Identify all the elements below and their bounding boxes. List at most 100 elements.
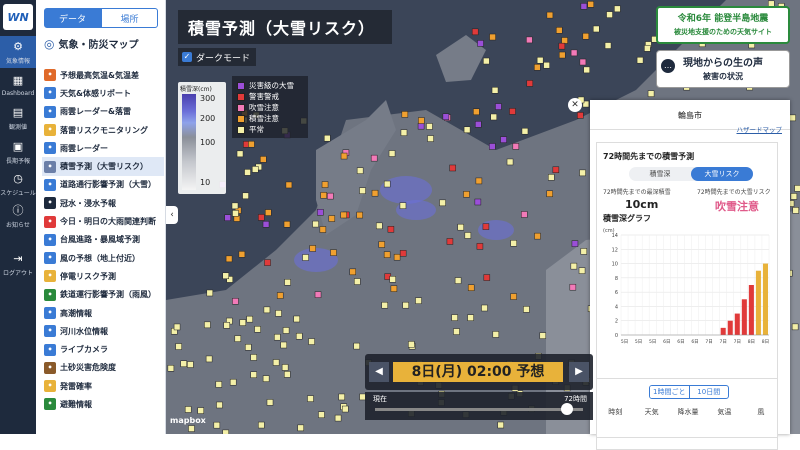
rail-item-schedule[interactable]: ◷ スケジュール: [0, 170, 36, 200]
toggle-hourly[interactable]: 1時間ごと: [650, 386, 690, 398]
risk-marker: [526, 80, 534, 87]
menu-item-icon: •: [44, 307, 56, 319]
hazard-map-link[interactable]: ハザードマップ: [737, 124, 783, 134]
menu-item[interactable]: • 土砂災害危険度: [42, 359, 164, 377]
risk-marker: [376, 222, 383, 230]
menu-item[interactable]: • 今日・明日の大雨関連判断: [42, 212, 164, 230]
menu-item[interactable]: • 高潮情報: [42, 304, 164, 322]
menu-item[interactable]: • 積雪予測（大雪リスク）: [42, 157, 164, 176]
risk-marker: [284, 279, 291, 286]
risk-marker: [644, 45, 651, 52]
toggle-10days[interactable]: 10日間: [690, 386, 729, 398]
hourly-table-card: 1時間ごと 10日間 時刻 天気 降水量 気温 風: [596, 378, 778, 438]
risk-marker: [274, 333, 281, 341]
risk-marker: [481, 304, 488, 312]
risk-marker: [521, 211, 528, 218]
menu-item-icon: •: [44, 343, 56, 356]
risk-marker: [167, 365, 175, 372]
menu-item[interactable]: • 雨雲レーダー&落雷: [42, 103, 164, 121]
menu-item[interactable]: • 河川水位情報: [42, 322, 164, 340]
tab-place[interactable]: 場所: [101, 8, 158, 28]
rail-item-dashboard[interactable]: ▦ Dashboard: [0, 72, 36, 102]
tab-data[interactable]: データ: [44, 8, 101, 28]
risk-marker: [258, 421, 265, 429]
risk-marker: [222, 429, 229, 434]
risk-label: 72時間先までの大雪リスク: [697, 189, 771, 196]
risk-marker: [318, 411, 325, 418]
close-icon[interactable]: ✕: [568, 98, 582, 112]
risk-marker: [449, 164, 456, 172]
time-control: ◀ 8日(月) 02:00 予想 ▶: [365, 354, 593, 390]
risk-marker: [417, 122, 425, 130]
risk-marker: [579, 58, 587, 66]
rail-item-notice[interactable]: ⓘ お知らせ: [0, 202, 36, 232]
risk-marker: [242, 192, 249, 200]
risk-marker: [415, 297, 422, 304]
checkbox-icon[interactable]: ✓: [182, 52, 192, 62]
risk-marker: [224, 214, 231, 221]
risk-marker: [489, 33, 496, 41]
risk-marker: [523, 306, 530, 313]
x-tick-label: 5日: [649, 339, 656, 345]
collapse-menu-button[interactable]: ‹: [166, 206, 178, 224]
menu-item[interactable]: • 発雷確率: [42, 377, 164, 395]
toggle-snow-depth[interactable]: 積雪深: [629, 167, 691, 181]
risk-marker: [330, 249, 337, 256]
risk-marker: [187, 361, 194, 368]
menu-item[interactable]: • 台風進路・暴風域予測: [42, 231, 164, 249]
menu-item-label: 風の予想（地上付近）: [60, 253, 140, 263]
dark-mode-toggle[interactable]: ✓ ダークモード: [178, 48, 257, 66]
app-logo[interactable]: WN: [3, 4, 33, 30]
next-time-button[interactable]: ▶: [569, 362, 589, 382]
risk-marker: [580, 3, 588, 10]
risk-marker: [254, 326, 261, 333]
risk-marker: [408, 341, 415, 348]
disaster-map-icon: ◎: [44, 36, 55, 51]
menu-item[interactable]: • 道路通行影響予測（大雪）: [42, 176, 164, 194]
menu-item[interactable]: • 停電リスク予測: [42, 267, 164, 285]
risk-marker: [495, 103, 502, 110]
menu-item[interactable]: • 冠水・浸水予報: [42, 194, 164, 212]
toggle-snow-risk[interactable]: 大雪リスク: [691, 167, 753, 181]
rail-item-observation[interactable]: ▤ 観測値: [0, 104, 36, 134]
menu-item[interactable]: • 天気&体感リポート: [42, 84, 164, 102]
risk-marker: [476, 243, 484, 250]
prev-time-button[interactable]: ◀: [369, 362, 389, 382]
menu-item[interactable]: • ライブカメラ: [42, 340, 164, 358]
menu-item-icon: •: [44, 325, 56, 338]
timeline-handle[interactable]: [561, 403, 573, 415]
menu-item[interactable]: • 落雷リスクモニタリング: [42, 121, 164, 139]
banner-title: 令和6年 能登半島地震: [677, 14, 769, 24]
risk-marker: [592, 25, 600, 33]
risk-marker: [307, 395, 314, 402]
risk-marker: [302, 254, 309, 261]
risk-marker: [539, 332, 547, 339]
rail-item-weather[interactable]: ⚙ 気象情報: [0, 36, 36, 68]
menu-item-label: 鉄道運行影響予測（雨風）: [60, 290, 156, 300]
timeline-slider[interactable]: 現在 72時間: [365, 392, 593, 420]
menu-item[interactable]: • 鉄道運行影響予測（雨風）: [42, 286, 164, 304]
menu-item[interactable]: • 雨雲レーダー: [42, 139, 164, 157]
rail-item-longterm[interactable]: ▣ 長期予報: [0, 138, 36, 168]
risk-marker: [340, 211, 347, 219]
earthquake-banner[interactable]: 令和6年 能登半島地震 被災地支援のための天気サイト: [656, 6, 790, 44]
risk-marker: [475, 121, 482, 128]
risk-marker: [321, 181, 329, 188]
risk-marker: [467, 284, 475, 291]
risk-marker: [606, 11, 613, 18]
rail-item-logout[interactable]: ⇥ ログアウト: [0, 250, 36, 280]
menu-item[interactable]: • 風の予想（地上付近）: [42, 249, 164, 267]
risk-marker: [334, 414, 342, 422]
legend-item: 平常: [237, 124, 303, 135]
current-time-display: 8日(月) 02:00 予想: [393, 362, 563, 382]
field-report-banner[interactable]: … 現地からの生の声 被害の状況: [656, 50, 790, 88]
risk-marker: [571, 240, 579, 247]
logout-icon: ⇥: [13, 252, 23, 265]
menu-item[interactable]: • 予想最高気温&気温差: [42, 66, 164, 84]
col-weather: 天気: [644, 408, 659, 416]
card-title: 72時間先までの積雪予測: [603, 152, 695, 161]
risk-marker: [232, 298, 239, 305]
timeline-start-label: 現在: [373, 395, 387, 403]
risk-marker: [262, 375, 270, 382]
menu-item[interactable]: • 避難情報: [42, 395, 164, 413]
